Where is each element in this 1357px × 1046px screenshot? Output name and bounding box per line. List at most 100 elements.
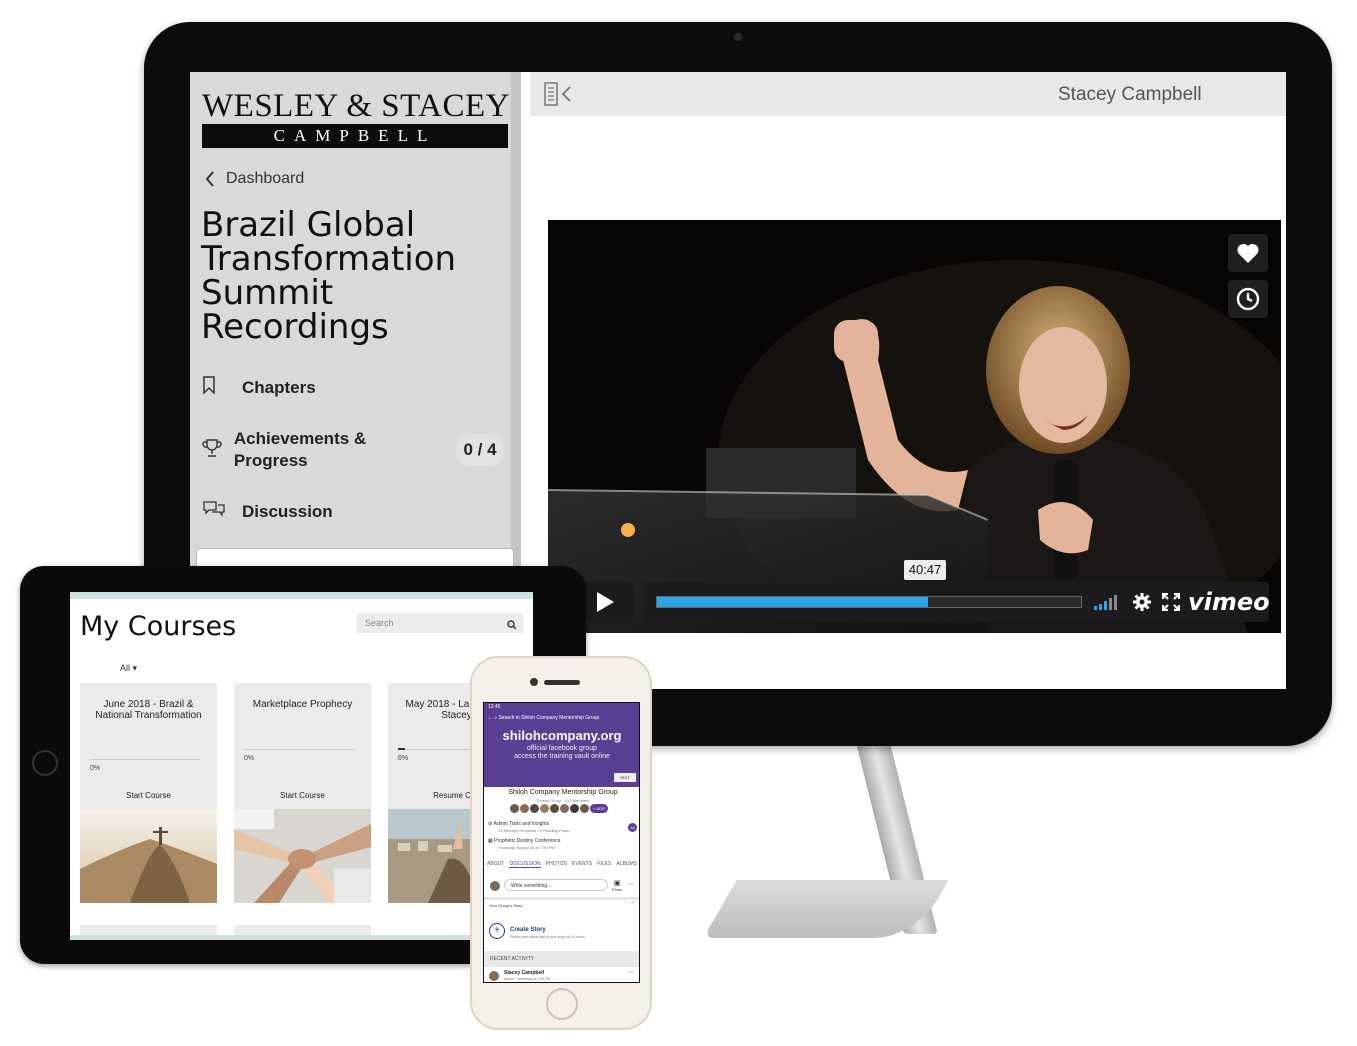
avatar: [570, 804, 579, 813]
course-progress-fill: [398, 748, 405, 750]
course-progress-track: [90, 759, 200, 760]
search-icon[interactable]: [507, 617, 517, 635]
brand-logo[interactable]: WESLEY & STACEY CAMPBELL: [202, 88, 510, 148]
recent-activity-header: RECENT ACTIVITY: [484, 951, 639, 967]
avatar: [550, 804, 559, 813]
tab-albums[interactable]: ALBUMS: [616, 861, 637, 868]
vimeo-logo[interactable]: vimeo: [1188, 588, 1270, 616]
filter-value: All: [120, 663, 131, 673]
collapse-sidebar-icon[interactable]: [544, 82, 574, 111]
avatar: [520, 804, 529, 813]
chat-bubbles-icon: [202, 500, 242, 523]
course-card[interactable]: Marketplace Prophecy 0% Start Course: [234, 683, 371, 903]
nav-label-chapters: Chapters: [242, 377, 316, 397]
status-time: 12:45: [488, 704, 501, 710]
admin-tools-label: Admin Tools and Insights: [493, 821, 550, 827]
tab-discussion[interactable]: DISCUSSION: [509, 861, 541, 868]
chevron-left-icon: [205, 171, 214, 187]
course-image-hands-stack: [234, 809, 371, 903]
admin-tools-row[interactable]: ⚙ Admin Tools and Insights: [488, 821, 549, 827]
photo-icon: ▣: [613, 880, 621, 887]
achievements-progress-badge: 0 / 4: [456, 434, 504, 466]
phone-speaker: [544, 680, 580, 685]
tablet-bottom-bar: [70, 935, 533, 940]
edit-cover-button[interactable]: EDIT: [614, 773, 636, 782]
logo-bottom-text: CAMPBELL: [202, 124, 508, 148]
group-name[interactable]: Shiloh Company Mentorship Group: [488, 789, 638, 796]
phone-camera: [530, 678, 538, 686]
tab-files[interactable]: FILES: [597, 861, 611, 868]
avatar: [580, 804, 589, 813]
banner-title: shilohcompany.org: [502, 728, 622, 743]
create-story-sub: Photos and videos last in your story for…: [510, 935, 585, 939]
course-percent: 0%: [90, 765, 101, 772]
back-to-dashboard-link[interactable]: Dashboard: [204, 168, 304, 190]
tablet-screen: My Courses Search All ▾ June 2018 - Braz…: [70, 592, 533, 940]
more-options-icon[interactable]: ⋯: [628, 969, 634, 976]
start-course-button[interactable]: Start Course: [234, 791, 371, 800]
nav-label-discussion: Discussion: [242, 501, 333, 521]
watch-later-button[interactable]: [1228, 280, 1268, 318]
nav-item-discussion[interactable]: Discussion: [202, 500, 333, 523]
avatar: [510, 804, 519, 813]
course-topbar: Stacey Campbell: [530, 72, 1286, 116]
event-date: Thursday, August 30 at 7:30 PM: [498, 845, 555, 850]
course-image-christ-redeemer: [80, 809, 217, 903]
nav-item-chapters[interactable]: Chapters: [202, 376, 316, 399]
search-icon: ⌕: [494, 715, 498, 721]
create-story-plus-icon[interactable]: +: [489, 923, 505, 939]
tab-events[interactable]: EVENTS: [572, 861, 592, 868]
member-avatars[interactable]: + ADD: [510, 804, 608, 813]
volume-icon[interactable]: [1094, 594, 1122, 615]
course-title: Brazil Global Transformation Summit Reco…: [201, 205, 457, 347]
admin-tools-sub: 13 Member Requests • 3 Pending Posts: [498, 828, 569, 833]
course-card[interactable]: June 2018 - Brazil & National Transforma…: [80, 683, 217, 903]
course-card-title: June 2018 - Brazil & National Transforma…: [95, 699, 202, 721]
phone-device: 12:45 ← ⌕ Search in Shiloh Company Mento…: [470, 656, 652, 1030]
chevron-up-icon[interactable]: ⌃: [630, 901, 635, 908]
course-card-title: Marketplace Prophecy: [252, 699, 353, 710]
recent-meta: Admin · Yesterday at 1:50 PM: [504, 977, 551, 981]
create-story-label[interactable]: Create Story: [510, 927, 546, 933]
banner-subtitle-2: access the training vault online: [514, 753, 610, 760]
settings-gear-icon[interactable]: [1132, 592, 1152, 617]
course-search-input[interactable]: Search: [357, 613, 523, 633]
course-percent: 6%: [398, 755, 409, 762]
tab-about[interactable]: ABOUT: [487, 861, 504, 868]
event-title: Prophetic Destiny Conference: [494, 838, 561, 844]
nav-item-achievements[interactable]: Achievements & Progress: [202, 428, 402, 472]
add-member-button[interactable]: + ADD: [590, 804, 608, 813]
play-icon: [597, 592, 614, 612]
avatar: [540, 804, 549, 813]
start-course-button[interactable]: Start Course: [80, 791, 217, 800]
course-filter-dropdown[interactable]: All ▾: [120, 663, 137, 674]
bookmark-icon: [202, 376, 242, 399]
group-search-bar[interactable]: ← ⌕ Search in Shiloh Company Mentorship …: [488, 713, 636, 723]
avatar: [490, 881, 500, 891]
banner-subtitle-1: official facebook group: [527, 745, 597, 752]
avatar: [489, 971, 499, 981]
monitor-camera: [734, 33, 742, 41]
caret-down-icon: ▾: [132, 663, 138, 673]
time-tooltip: 40:47: [904, 560, 946, 580]
group-meta: Closed Group · 313 Members: [536, 798, 590, 803]
video-progress-bar[interactable]: [656, 596, 1082, 608]
avatar: [530, 804, 539, 813]
more-options-icon[interactable]: ⋯: [628, 881, 634, 888]
like-button[interactable]: [1228, 234, 1268, 272]
photo-button[interactable]: ▣ Photo: [612, 879, 622, 892]
write-post-input[interactable]: Write something...: [504, 879, 608, 891]
photo-label: Photo: [612, 887, 623, 892]
recent-user-name[interactable]: Stacey Campbell: [504, 970, 544, 976]
group-tabs: ABOUT DISCUSSION PHOTOS EVENTS FILES ALB…: [487, 861, 637, 868]
clock-icon: [1236, 287, 1260, 311]
fullscreen-icon[interactable]: [1161, 592, 1181, 616]
event-row[interactable]: ▦ Prophetic Destiny Conference: [488, 838, 561, 844]
tab-photos[interactable]: PHOTOS: [546, 861, 567, 868]
avatar: [560, 804, 569, 813]
user-name[interactable]: Stacey Campbell: [1058, 84, 1202, 106]
back-arrow-icon: ←: [488, 715, 493, 721]
video-progress-fill: [657, 597, 929, 607]
video-player[interactable]: 40:47 vimeo: [548, 220, 1281, 633]
group-search-text: Search in Shiloh Company Mentorship Grou…: [498, 715, 600, 721]
